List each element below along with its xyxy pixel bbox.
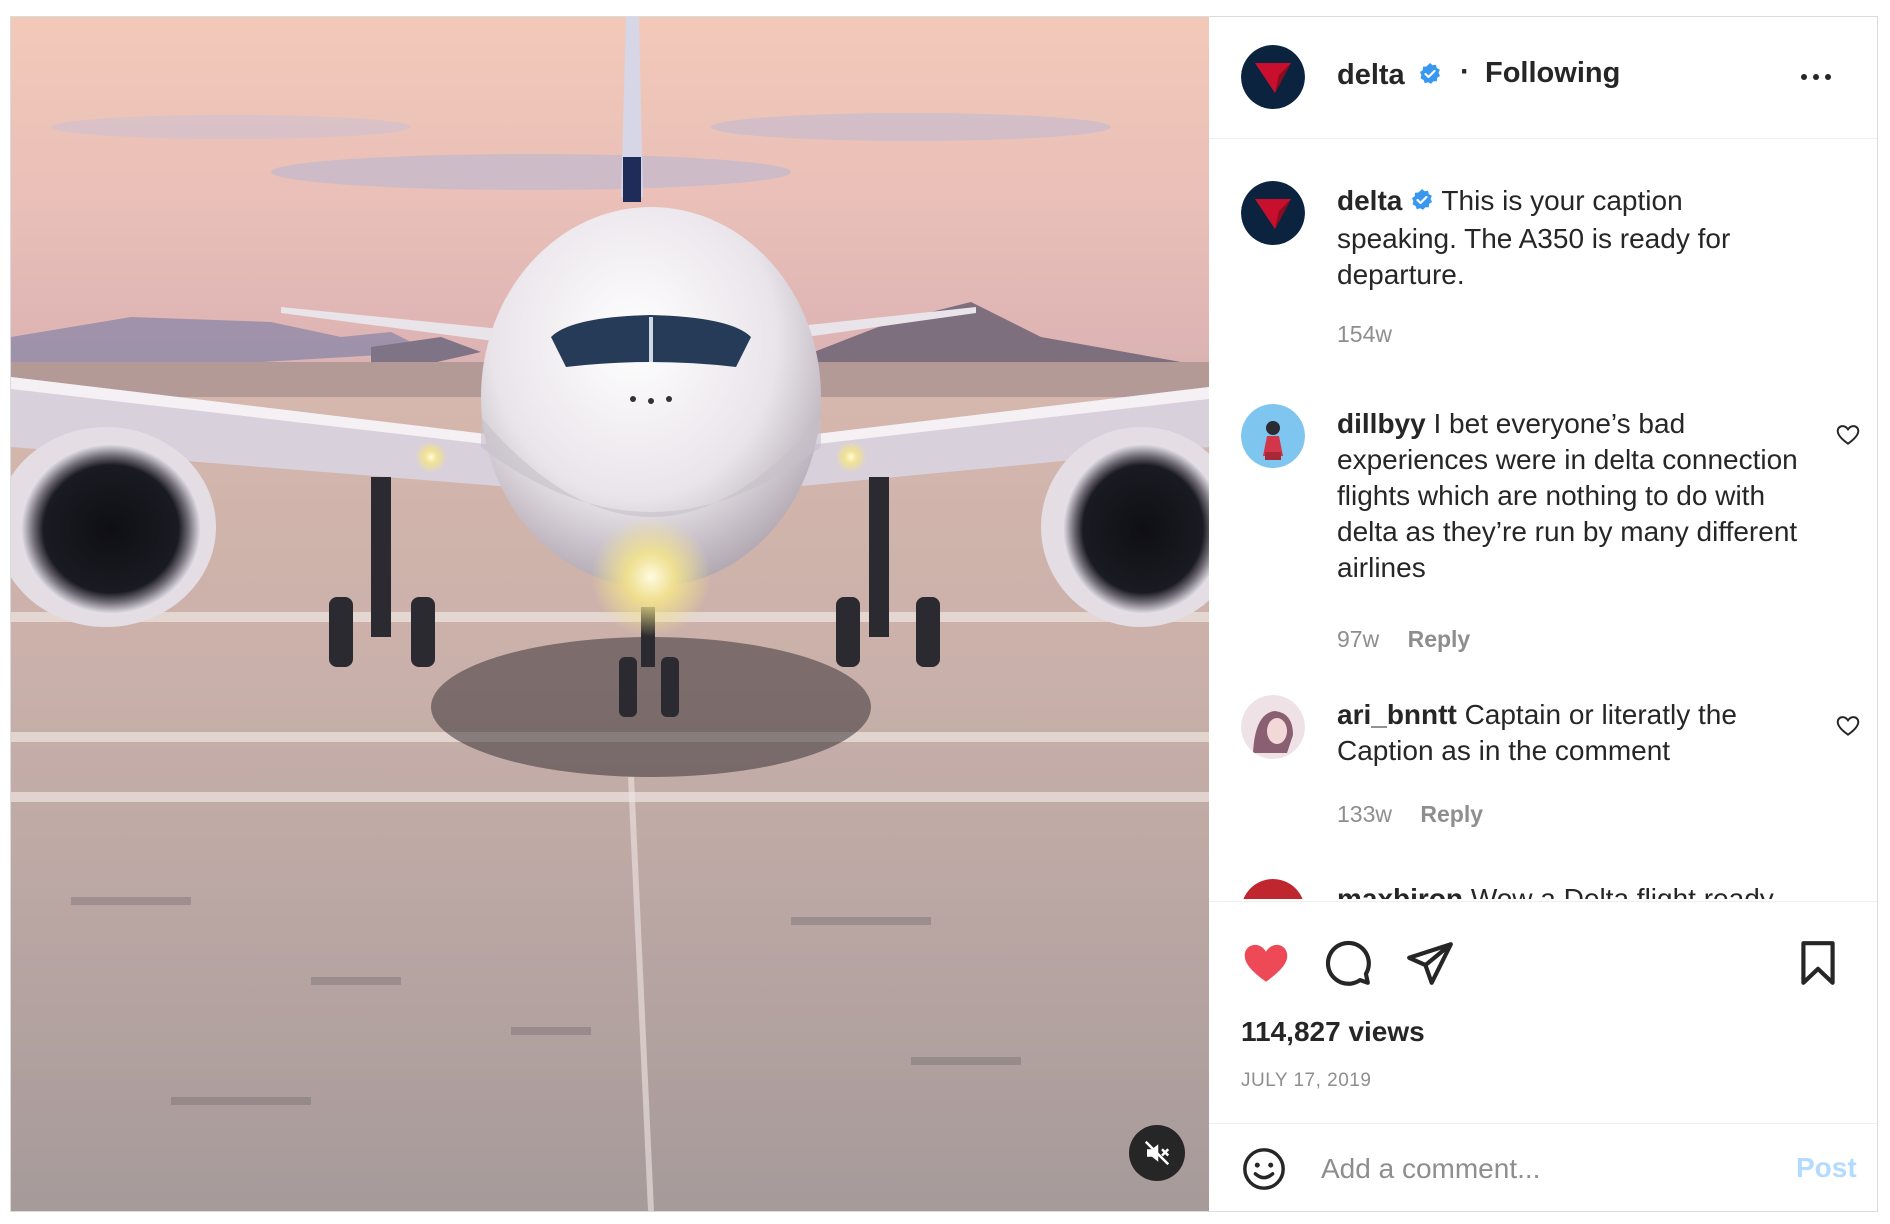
dillbyy-avatar-image bbox=[1241, 404, 1305, 468]
emoji-icon[interactable] bbox=[1241, 1146, 1287, 1192]
comment-username[interactable]: maxbiron bbox=[1337, 883, 1463, 899]
post-video[interactable] bbox=[11, 17, 1209, 1211]
comment-username[interactable]: dillbyy bbox=[1337, 408, 1426, 439]
header-username[interactable]: delta bbox=[1337, 59, 1405, 92]
speaker-muted-icon bbox=[1144, 1140, 1170, 1166]
post-comment-button[interactable]: Post bbox=[1796, 1152, 1857, 1184]
maxbiron-avatar-image bbox=[1243, 879, 1303, 899]
delta-logo-icon bbox=[1241, 181, 1305, 245]
post-actions: 114,827 views JULY 17, 2019 bbox=[1209, 901, 1877, 1124]
delta-logo-icon bbox=[1241, 45, 1305, 109]
view-count[interactable]: 114,827 views bbox=[1241, 1016, 1425, 1048]
heart-icon[interactable] bbox=[1241, 938, 1291, 988]
share-icon[interactable] bbox=[1405, 938, 1455, 988]
caption-meta: 154w bbox=[1337, 321, 1392, 348]
delta-avatar[interactable] bbox=[1241, 181, 1305, 245]
post-side-panel: delta · Following delta This is your cap… bbox=[1209, 17, 1877, 1211]
like-comment-heart-icon[interactable] bbox=[1835, 713, 1861, 739]
verified-badge-icon bbox=[1410, 185, 1434, 221]
more-options-icon[interactable] bbox=[1801, 65, 1841, 89]
comment-body: dillbyy I bet everyone’s bad experiences… bbox=[1337, 406, 1807, 586]
commenter-avatar[interactable] bbox=[1241, 695, 1305, 759]
comments-list[interactable]: delta This is your caption speaking. The… bbox=[1209, 139, 1877, 899]
reply-button[interactable]: Reply bbox=[1420, 801, 1483, 827]
commenter-avatar[interactable] bbox=[1241, 404, 1305, 468]
caption-username[interactable]: delta bbox=[1337, 185, 1402, 216]
bookmark-icon[interactable] bbox=[1793, 938, 1843, 988]
header-separator: · bbox=[1460, 55, 1470, 88]
comment-body: maxbiron Wow a Delta flight ready bbox=[1337, 881, 1807, 899]
commenter-avatar[interactable] bbox=[1241, 879, 1305, 899]
instagram-post: delta · Following delta This is your cap… bbox=[10, 16, 1878, 1212]
mute-toggle-button[interactable] bbox=[1129, 1125, 1185, 1181]
post-header: delta · Following bbox=[1209, 17, 1877, 139]
like-comment-heart-icon[interactable] bbox=[1835, 422, 1861, 448]
comment-username[interactable]: ari_bnntt bbox=[1337, 699, 1457, 730]
comment-meta: 133w Reply bbox=[1337, 801, 1483, 828]
comment-icon[interactable] bbox=[1323, 938, 1373, 988]
comment-input[interactable] bbox=[1319, 1144, 1763, 1194]
comment-age[interactable]: 133w bbox=[1337, 801, 1392, 827]
comment-age[interactable]: 97w bbox=[1337, 626, 1379, 652]
caption-age[interactable]: 154w bbox=[1337, 321, 1392, 347]
add-comment-bar: Post bbox=[1209, 1123, 1877, 1212]
delta-avatar[interactable] bbox=[1241, 45, 1305, 109]
reply-button[interactable]: Reply bbox=[1408, 626, 1471, 652]
verified-badge-icon bbox=[1418, 62, 1442, 91]
ari-bnntt-avatar-image bbox=[1241, 695, 1305, 759]
comment-body: ari_bnntt Captain or literatly the Capti… bbox=[1337, 697, 1807, 769]
comment-meta: 97w Reply bbox=[1337, 626, 1470, 653]
comment-text: Wow a Delta flight ready bbox=[1470, 883, 1774, 899]
caption-body: delta This is your caption speaking. The… bbox=[1337, 183, 1807, 293]
post-date[interactable]: JULY 17, 2019 bbox=[1241, 1070, 1371, 1092]
airplane-runway-video-frame bbox=[11, 17, 1209, 1211]
following-button[interactable]: Following bbox=[1485, 57, 1620, 90]
